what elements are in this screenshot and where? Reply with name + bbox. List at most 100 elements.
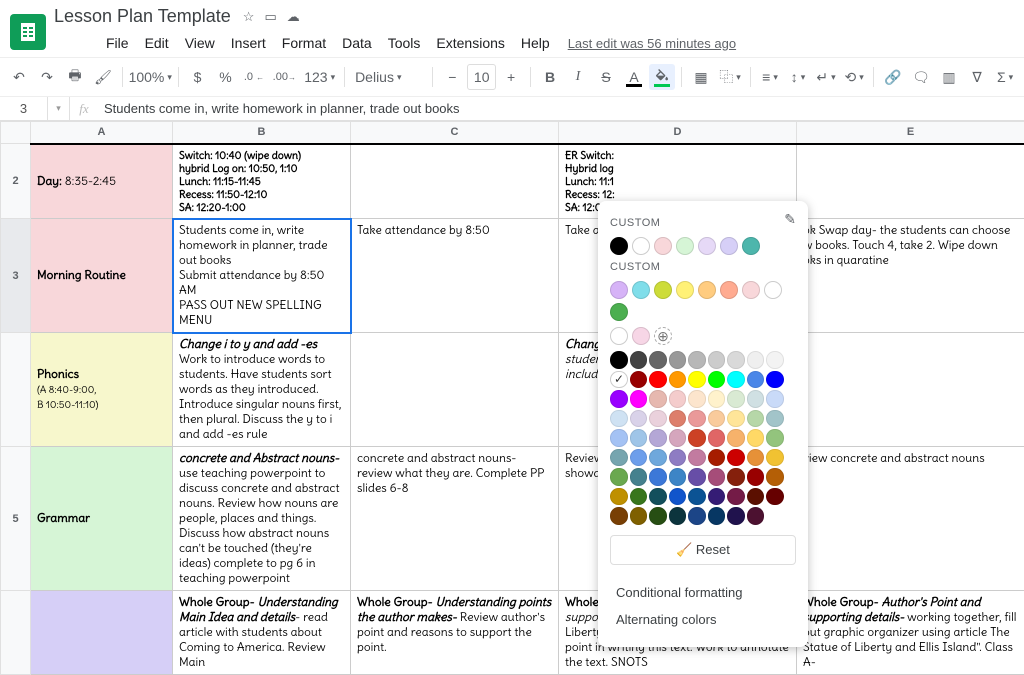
palette-swatch[interactable] — [649, 390, 667, 408]
borders-button[interactable]: ▦ — [688, 64, 714, 90]
palette-swatch[interactable] — [727, 351, 745, 369]
palette-swatch[interactable] — [649, 371, 667, 389]
palette-swatch[interactable] — [649, 449, 667, 467]
palette-swatch[interactable] — [610, 351, 628, 369]
color-swatch[interactable] — [676, 281, 694, 299]
palette-swatch[interactable] — [708, 449, 726, 467]
palette-swatch[interactable] — [766, 390, 784, 408]
palette-swatch[interactable] — [708, 488, 726, 506]
cell-c2[interactable] — [351, 144, 559, 219]
col-header-a[interactable]: A — [31, 122, 173, 144]
cell-c6[interactable]: Whole Group- Understanding points the au… — [351, 591, 559, 675]
color-swatch[interactable] — [632, 281, 650, 299]
functions-button[interactable]: Σ — [992, 64, 1018, 90]
color-swatch[interactable] — [632, 327, 650, 345]
print-icon[interactable]: 🖶 — [62, 64, 88, 90]
row-header-2[interactable]: 2 — [1, 144, 31, 219]
cell-a5[interactable]: Grammar — [31, 447, 173, 591]
palette-swatch[interactable] — [610, 488, 628, 506]
palette-swatch[interactable] — [766, 351, 784, 369]
cell-e2[interactable] — [797, 144, 1024, 219]
color-swatch[interactable] — [764, 281, 782, 299]
format-currency[interactable]: $ — [184, 64, 210, 90]
palette-swatch[interactable] — [727, 488, 745, 506]
rotate-button[interactable]: ⟲ — [841, 64, 867, 90]
palette-swatch[interactable] — [747, 371, 765, 389]
palette-swatch[interactable] — [630, 507, 648, 525]
palette-swatch[interactable] — [630, 429, 648, 447]
menu-insert[interactable]: Insert — [225, 31, 272, 55]
palette-swatch[interactable] — [766, 468, 784, 486]
bold-button[interactable]: B — [537, 64, 563, 90]
palette-swatch[interactable] — [688, 351, 706, 369]
palette-swatch[interactable] — [630, 468, 648, 486]
spreadsheet-grid[interactable]: A B C D E 2 Day: 8:35-2:45 Switch: 10:40… — [0, 121, 1024, 675]
palette-swatch[interactable] — [747, 351, 765, 369]
cloud-icon[interactable]: ☁ — [287, 9, 300, 25]
format-percent[interactable]: % — [212, 64, 238, 90]
palette-swatch[interactable] — [708, 410, 726, 428]
paint-format-icon[interactable]: 🖌 — [90, 64, 116, 90]
palette-swatch[interactable] — [610, 468, 628, 486]
formula-input[interactable]: Students come in, write homework in plan… — [98, 99, 1024, 118]
cell-e4[interactable] — [797, 333, 1024, 447]
menu-file[interactable]: File — [100, 31, 135, 55]
palette-swatch[interactable] — [630, 371, 648, 389]
palette-swatch[interactable] — [727, 371, 745, 389]
edit-custom-icon[interactable]: ✎ — [784, 211, 796, 228]
menu-help[interactable]: Help — [515, 31, 556, 55]
zoom-dropdown[interactable]: 100% — [129, 64, 172, 90]
color-swatch[interactable] — [742, 281, 760, 299]
cell-a6[interactable] — [31, 591, 173, 675]
palette-swatch[interactable] — [727, 429, 745, 447]
color-swatch[interactable] — [698, 237, 716, 255]
wrap-button[interactable]: ↵ — [813, 64, 839, 90]
col-header-c[interactable]: C — [351, 122, 559, 144]
italic-button[interactable]: I — [565, 64, 591, 90]
palette-swatch[interactable] — [708, 351, 726, 369]
font-size-increase[interactable]: + — [498, 64, 524, 90]
palette-swatch[interactable] — [630, 351, 648, 369]
col-header-b[interactable]: B — [173, 122, 351, 144]
move-icon[interactable]: ▭ — [264, 9, 276, 25]
document-title[interactable]: Lesson Plan Template — [54, 6, 231, 27]
palette-swatch[interactable] — [649, 410, 667, 428]
palette-swatch[interactable] — [610, 429, 628, 447]
palette-swatch[interactable] — [630, 488, 648, 506]
palette-swatch[interactable] — [766, 488, 784, 506]
v-align-button[interactable]: ↕ — [785, 64, 811, 90]
color-swatch[interactable] — [676, 237, 694, 255]
palette-swatch[interactable] — [669, 410, 687, 428]
menu-tools[interactable]: Tools — [382, 31, 427, 55]
palette-swatch[interactable] — [630, 410, 648, 428]
row-header-6[interactable] — [1, 591, 31, 675]
palette-swatch[interactable] — [669, 507, 687, 525]
palette-swatch[interactable] — [649, 507, 667, 525]
decrease-decimal[interactable]: .0 ← — [240, 64, 267, 90]
palette-swatch[interactable] — [669, 429, 687, 447]
color-swatch[interactable] — [720, 281, 738, 299]
color-swatch[interactable] — [632, 237, 650, 255]
chart-button[interactable]: ▥ — [936, 64, 962, 90]
text-color-button[interactable]: A — [621, 64, 647, 90]
color-swatch[interactable] — [654, 237, 672, 255]
star-icon[interactable]: ☆ — [243, 9, 255, 25]
reset-button[interactable]: 🧹 Reset — [610, 535, 796, 565]
palette-swatch[interactable] — [766, 429, 784, 447]
font-size-decrease[interactable]: − — [439, 64, 465, 90]
color-swatch[interactable] — [610, 303, 628, 321]
cell-b6[interactable]: Whole Group- Understanding Main Idea and… — [173, 591, 351, 675]
undo-icon[interactable]: ↶ — [6, 64, 32, 90]
palette-swatch[interactable] — [630, 449, 648, 467]
palette-swatch[interactable] — [688, 429, 706, 447]
palette-swatch[interactable] — [669, 449, 687, 467]
link-button[interactable]: 🔗 — [880, 64, 906, 90]
font-size-input[interactable]: 10 — [467, 64, 496, 90]
cell-b2[interactable]: Switch: 10:40 (wipe down) hybrid Log on:… — [173, 144, 351, 219]
row-header-5[interactable]: 5 — [1, 447, 31, 591]
palette-swatch[interactable] — [649, 351, 667, 369]
palette-swatch[interactable] — [727, 468, 745, 486]
menu-data[interactable]: Data — [336, 31, 378, 55]
cell-c4[interactable] — [351, 333, 559, 447]
name-box-dropdown[interactable]: ▾ — [48, 97, 70, 120]
